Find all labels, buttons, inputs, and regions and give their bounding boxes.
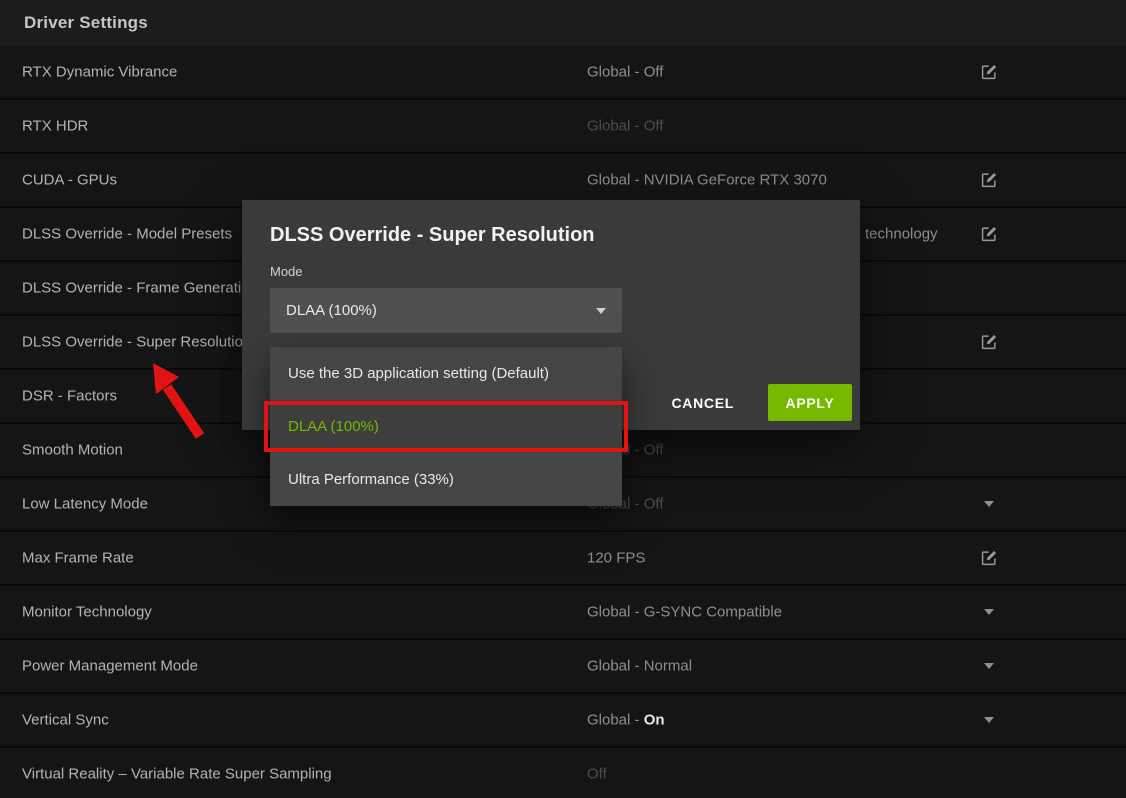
setting-label: DSR - Factors	[22, 387, 118, 405]
setting-label: DLSS Override - Frame Generation	[22, 279, 258, 297]
mode-dropdown[interactable]: DLAA (100%)	[270, 288, 622, 333]
setting-value: 120 FPS	[587, 549, 646, 567]
chevron-down-icon[interactable]	[978, 663, 1000, 669]
edit-icon[interactable]	[978, 549, 1000, 567]
settings-row[interactable]: Monitor Technology Global - G-SYNC Compat…	[0, 586, 1126, 640]
setting-value: technology	[865, 225, 938, 243]
setting-value: Global - Off	[587, 117, 664, 135]
cancel-button[interactable]: CANCEL	[665, 394, 740, 412]
mode-label: Mode	[270, 264, 303, 279]
setting-label: Power Management Mode	[22, 657, 198, 675]
setting-label: Max Frame Rate	[22, 549, 134, 567]
setting-value: Off	[587, 765, 607, 783]
modal-actions: CANCEL APPLY	[665, 384, 852, 421]
dropdown-option[interactable]: Ultra Performance (33%)	[270, 453, 622, 506]
edit-icon[interactable]	[978, 225, 1000, 243]
setting-label: CUDA - GPUs	[22, 171, 118, 189]
settings-row[interactable]: RTX Dynamic Vibrance Global - Off	[0, 46, 1126, 100]
settings-row[interactable]: Vertical Sync Global - On	[0, 694, 1126, 748]
setting-label: Virtual Reality – Variable Rate Super Sa…	[22, 765, 332, 783]
driver-settings-page: Driver Settings RTX Dynamic Vibrance Glob…	[0, 0, 1126, 798]
edit-icon[interactable]	[978, 171, 1000, 189]
chevron-down-icon	[596, 307, 606, 314]
setting-value: Global - Normal	[587, 657, 693, 675]
setting-label: RTX Dynamic Vibrance	[22, 63, 178, 81]
dropdown-popup: Use the 3D application setting (Default)…	[270, 347, 622, 506]
apply-button[interactable]: APPLY	[768, 384, 852, 421]
setting-value: Global - NVIDIA GeForce RTX 3070	[587, 171, 827, 189]
setting-label: RTX HDR	[22, 117, 89, 135]
edit-icon[interactable]	[978, 63, 1000, 81]
chevron-down-icon[interactable]	[978, 501, 1000, 507]
setting-label: Low Latency Mode	[22, 495, 148, 513]
edit-icon[interactable]	[978, 333, 1000, 351]
dropdown-option[interactable]: Use the 3D application setting (Default)	[270, 347, 622, 400]
modal-title: DLSS Override - Super Resolution	[270, 224, 595, 246]
settings-row[interactable]: Power Management Mode Global - Normal	[0, 640, 1126, 694]
setting-value: Global - On	[587, 711, 665, 729]
mode-dropdown-value: DLAA (100%)	[286, 302, 377, 319]
setting-label: Monitor Technology	[22, 603, 152, 621]
setting-label: Vertical Sync	[22, 711, 109, 729]
chevron-down-icon[interactable]	[978, 609, 1000, 615]
chevron-down-icon[interactable]	[978, 717, 1000, 723]
setting-value: Global - Off	[587, 63, 664, 81]
setting-value: Global - G-SYNC Compatible	[587, 603, 783, 621]
page-title: Driver Settings	[24, 13, 148, 32]
settings-row[interactable]: Max Frame Rate 120 FPS	[0, 532, 1126, 586]
page-header: Driver Settings	[0, 0, 1126, 46]
settings-row[interactable]: RTX HDR Global - Off	[0, 100, 1126, 154]
setting-label: DLSS Override - Super Resolution	[22, 333, 252, 351]
dropdown-option[interactable]: DLAA (100%)	[270, 400, 622, 453]
settings-row[interactable]: Virtual Reality – Variable Rate Super Sa…	[0, 748, 1126, 798]
setting-label: DLSS Override - Model Presets	[22, 225, 233, 243]
setting-label: Smooth Motion	[22, 441, 123, 459]
